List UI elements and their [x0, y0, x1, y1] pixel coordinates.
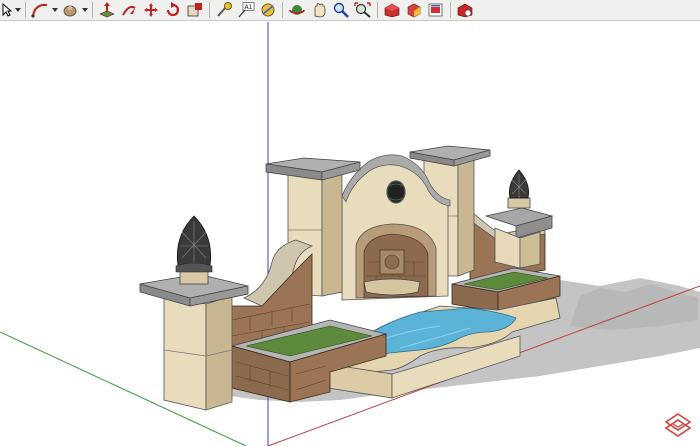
tape-measure-icon[interactable]	[213, 1, 235, 19]
toolbar-separator	[450, 2, 451, 18]
chevron-down-icon[interactable]	[81, 1, 89, 19]
axes-icon[interactable]	[257, 1, 279, 19]
follow-me-icon[interactable]	[118, 1, 140, 19]
toolbar-separator	[25, 2, 26, 18]
scale-icon[interactable]	[184, 1, 206, 19]
right-pedestal-side	[519, 231, 541, 269]
chevron-down-icon[interactable]	[51, 1, 59, 19]
components-icon[interactable]	[403, 1, 425, 19]
toolbar-separator	[282, 2, 283, 18]
push-pull-icon[interactable]	[96, 1, 118, 19]
3d-viewport[interactable]	[0, 21, 700, 446]
chevron-down-icon[interactable]	[14, 1, 22, 19]
orbit-icon[interactable]	[286, 1, 308, 19]
main-toolbar: A1	[0, 0, 700, 21]
svg-text:A1: A1	[245, 4, 253, 11]
toolbar-separator	[209, 2, 210, 18]
move-icon[interactable]	[140, 1, 162, 19]
right-finial-base	[507, 197, 531, 209]
extension-warehouse-icon[interactable]	[454, 1, 476, 19]
pan-icon[interactable]	[308, 1, 330, 19]
text-icon[interactable]: A1	[235, 1, 257, 19]
zoom-icon[interactable]	[330, 1, 352, 19]
select-tool-icon[interactable]	[0, 1, 14, 19]
fountain-basin	[363, 278, 421, 296]
left-pillar-side	[321, 167, 343, 297]
right-pillar-side	[457, 155, 475, 277]
share-model-icon[interactable]	[425, 1, 447, 19]
warehouse-icon[interactable]	[381, 1, 403, 19]
zoom-extents-icon[interactable]	[352, 1, 374, 19]
toolbar-separator	[377, 2, 378, 18]
arc-icon[interactable]	[29, 1, 51, 19]
watermark-logo-icon	[664, 412, 692, 438]
sketchup-window: A1	[0, 0, 700, 446]
paint-bucket-icon[interactable]	[59, 1, 81, 19]
rotate-icon[interactable]	[162, 1, 184, 19]
toolbar-separator	[92, 2, 93, 18]
